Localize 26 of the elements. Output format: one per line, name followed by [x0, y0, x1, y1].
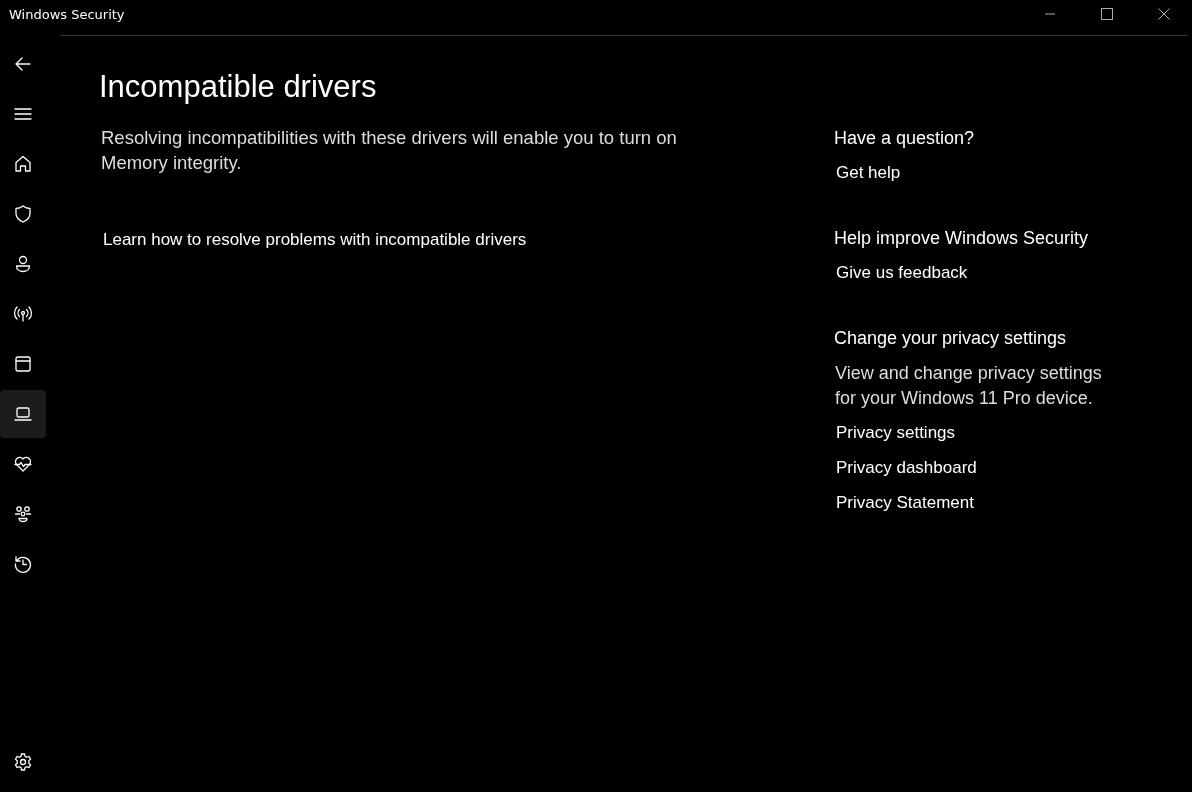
browser-window-icon — [13, 354, 33, 374]
help-link[interactable]: Get help — [836, 163, 1125, 183]
laptop-icon — [13, 404, 33, 424]
help-link[interactable]: Give us feedback — [836, 263, 1125, 283]
help-link[interactable]: Privacy dashboard — [836, 458, 1125, 478]
maximize-icon — [1100, 8, 1113, 20]
learn-more-link[interactable]: Learn how to resolve problems with incompatible drivers — [103, 230, 834, 250]
section-heading: Help improve Windows Security — [834, 228, 1090, 249]
section-description: View and change privacy settings for your Windows 11 Pro device. — [835, 362, 1103, 410]
settings-icon — [13, 752, 33, 772]
home-icon — [13, 154, 33, 174]
family-icon — [13, 504, 33, 524]
page-title: Incompatible drivers — [99, 69, 378, 105]
nav-item[interactable] — [0, 390, 46, 438]
antenna-icon — [13, 304, 33, 324]
window-title: Windows Security — [8, 6, 125, 22]
heart-pulse-icon — [13, 454, 33, 474]
section-heading: Change your privacy settings — [834, 328, 1068, 349]
person-icon — [13, 254, 33, 274]
shield-icon — [13, 204, 33, 224]
page-description: Resolving incompatibilities with these drivers will enable you to turn on Memory integrity. — [101, 126, 678, 175]
close-icon — [1157, 8, 1170, 20]
help-link[interactable]: Privacy Statement — [836, 493, 1125, 513]
history-icon — [13, 554, 33, 574]
help-link[interactable]: Privacy settings — [836, 423, 1125, 443]
section-heading: Have a question? — [834, 128, 976, 149]
